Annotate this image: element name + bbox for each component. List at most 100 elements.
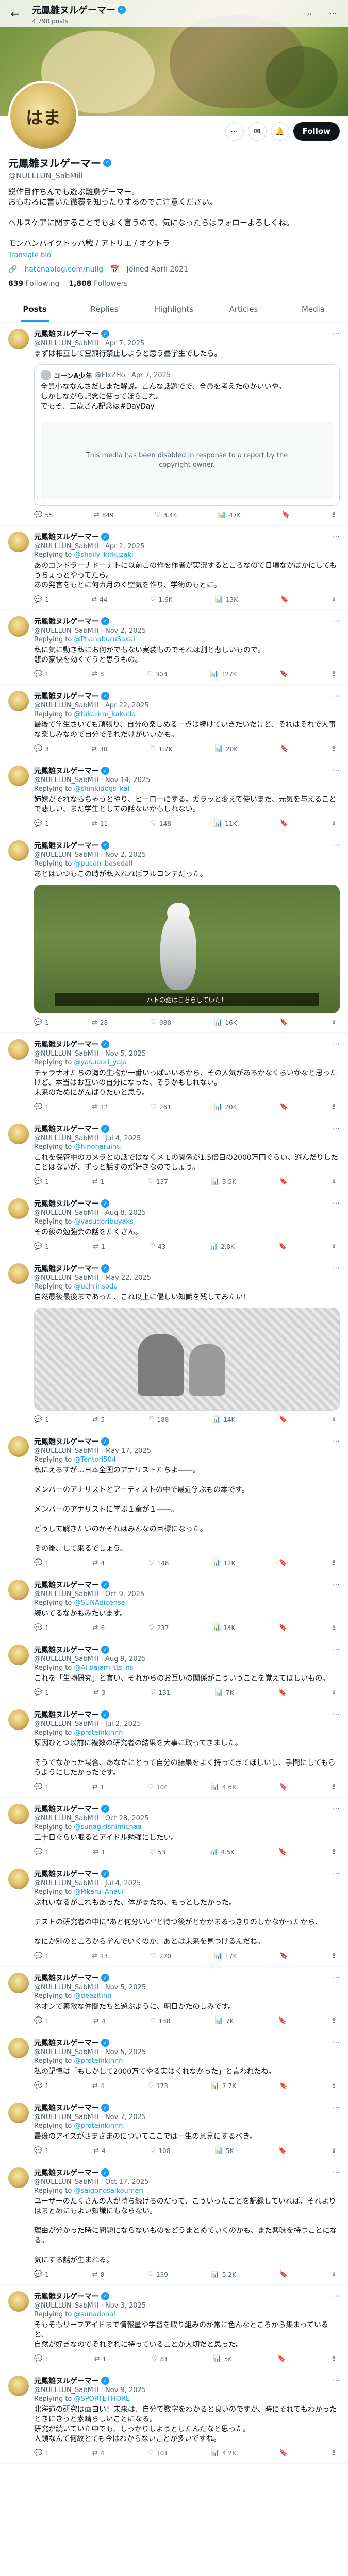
tweet-author-name[interactable]: 元鳳雛ヌルゲーマー [34,1804,99,1814]
like-button[interactable]: ♡ 81 [152,2355,168,2363]
views-button[interactable]: 📊 2.8K [210,1243,235,1250]
reply-to-handle[interactable]: @pucan_basedall [74,860,132,868]
tweet-date[interactable]: · Nov 5, 2025 [101,1050,146,1058]
like-button[interactable]: ♡ 188 [148,1416,169,1423]
more-icon[interactable]: ⋯ [333,2104,340,2112]
avatar[interactable] [8,2038,29,2058]
reply-button[interactable]: 💬 1 [34,1689,49,1697]
tweet-date[interactable]: · Nov 5, 2025 [101,1984,146,1991]
tweet[interactable]: 元鳳雛ヌルゲーマー ✓ ⋯ @NULLLUN_SabMill · Nov 3, 202… [0,2285,348,2369]
like-button[interactable]: ♡ 988 [151,1019,171,1026]
like-button[interactable]: ♡ 261 [151,1103,171,1111]
reply-button[interactable]: 💬 1 [34,596,49,603]
tweet-handle[interactable]: @NULLLUN_SabMill [34,1879,99,1887]
tweet-handle[interactable]: @NULLLUN_SabMill [34,702,99,709]
bookmark-button[interactable]: 🔖 [278,2017,287,2025]
avatar[interactable] [8,2376,29,2396]
like-button[interactable]: ♡ 43 [149,1243,165,1250]
tweet[interactable]: 元鳳雛ヌルゲーマー ✓ ⋯ @NULLLUN_SabMill · Nov 2, 202… [0,834,348,1033]
views-button[interactable]: 📊 4.6K [211,1783,236,1791]
more-icon[interactable]: ⋯ [333,1870,340,1878]
tweet-date[interactable]: · Nov 3, 2025 [101,2302,146,2310]
reply-button[interactable]: 💬 1 [34,1559,49,1567]
avatar[interactable] [8,1804,29,1824]
share-button[interactable]: ⇪ [331,1178,337,1185]
repost-button[interactable]: ⇄ 30 [91,745,107,753]
views-button[interactable]: 📊 5K [215,2147,234,2155]
share-button[interactable]: ⇪ [331,2355,337,2363]
tweet-handle[interactable]: @NULLLUN_SabMill [34,340,99,347]
repost-button[interactable]: ⇄ 4 [93,1559,105,1567]
tweet-date[interactable]: · Apr 22, 2025 [101,702,149,709]
avatar[interactable] [8,2291,29,2312]
tweet-handle[interactable]: @NULLLUN_SabMill [34,2302,99,2310]
tweet-author-name[interactable]: 元鳳雛ヌルゲーマー [34,532,99,542]
more-icon[interactable]: ⋯ [324,5,342,23]
tweet-date[interactable]: · Aug 8, 2025 [101,1209,146,1217]
views-button[interactable]: 📊 3.5K [211,1178,236,1185]
tweet-author-name[interactable]: 元鳳雛ヌルゲーマー [34,1039,99,1049]
tweet-handle[interactable]: @NULLLUN_SabMill [34,1050,99,1058]
reply-button[interactable]: 💬 1 [34,2270,49,2278]
share-button[interactable]: ⇪ [331,1689,337,1697]
share-button[interactable]: ⇪ [331,1243,337,1250]
bookmark-button[interactable]: 🔖 [279,1416,287,1423]
repost-button[interactable]: ⇄ 849 [94,511,114,519]
more-icon[interactable]: ⋯ [333,1646,340,1654]
share-button[interactable]: ⇪ [331,1624,337,1632]
reply-to-handle[interactable]: @SUNAdicense [74,1599,125,1607]
reply-button[interactable]: 💬 1 [34,1783,49,1791]
tweet-author-name[interactable]: 元鳳雛ヌルゲーマー [34,2167,99,2178]
reply-to-handle[interactable]: @saigonosaikoumen [74,2187,143,2195]
tweet-handle[interactable]: @NULLLUN_SabMill [34,2386,99,2394]
avatar[interactable] [8,1198,29,1219]
tweet-date[interactable]: · Jul 2, 2025 [101,1720,141,1728]
repost-button[interactable]: ⇄ 5 [93,1416,105,1423]
tweet-date[interactable]: · Nov 7, 2025 [101,2113,146,2121]
tweet[interactable]: 元鳳雛ヌルゲーマー ✓ ⋯ @NULLLUN_SabMill · Apr 2, 202… [0,526,348,610]
like-button[interactable]: ♡ 138 [150,2017,171,2025]
reply-to-handle[interactable]: @SPORTETHORE [74,2395,130,2403]
share-button[interactable]: ⇪ [331,2270,337,2278]
tweet-date[interactable]: · May 17, 2025 [101,1447,151,1455]
bookmark-button[interactable]: 🔖 [280,1952,288,1960]
more-options-icon[interactable]: ⋯ [225,122,244,141]
tweet-handle[interactable]: @NULLLUN_SabMill [34,1134,99,1142]
share-button[interactable]: ⇪ [331,1559,337,1567]
repost-button[interactable]: ⇄ 1 [93,1243,105,1250]
tweet[interactable]: 元鳳雛ヌルゲーマー ✓ ⋯ @NULLLUN_SabMill · Oct 9, 202… [0,1573,348,1638]
views-button[interactable]: 📊 7.7K [211,2082,236,2090]
tweet-handle[interactable]: @NULLLUN_SabMill [34,1274,99,1282]
like-button[interactable]: ♡ 237 [148,1624,169,1632]
tweet-date[interactable]: · Nov 5, 2025 [101,2048,146,2056]
share-button[interactable]: ⇪ [331,2017,337,2025]
views-button[interactable]: 📊 7K [215,2017,234,2025]
views-button[interactable]: 📊 16K [214,1019,237,1026]
avatar[interactable] [8,616,29,637]
followers-link[interactable]: 1,808 Followers [69,280,127,288]
share-button[interactable]: ⇪ [331,2147,337,2155]
tweet-author-name[interactable]: 元鳳雛ヌルゲーマー [34,1198,99,1209]
repost-button[interactable]: ⇄ 6 [93,1624,105,1632]
reply-button[interactable]: 💬 1 [34,1243,49,1250]
tweet[interactable]: 元鳳雛ヌルゲーマー ✓ ⋯ @NULLLUN_SabMill · Nov 5, 202… [0,1967,348,2031]
more-icon[interactable]: ⋯ [333,1199,340,1208]
tweet-handle[interactable]: @NULLLUN_SabMill [34,543,99,550]
share-button[interactable]: ⇪ [331,670,337,678]
tweet-author-name[interactable]: 元鳳雛ヌルゲーマー [34,2038,99,2048]
follow-button[interactable]: Follow [293,122,340,141]
tweet[interactable]: 元鳳雛ヌルゲーマー ✓ ⋯ @NULLLUN_SabMill · Oct 17, 20… [0,2161,348,2285]
tweet[interactable]: 元鳳雛ヌルゲーマー ✓ ⋯ @NULLLUN_SabMill · Nov 14, 20… [0,759,348,834]
like-button[interactable]: ♡ 148 [148,1559,169,1567]
avatar[interactable] [8,691,29,711]
reply-button[interactable]: 💬 1 [34,2449,49,2457]
tweet-date[interactable]: · Jul 4, 2025 [101,1134,141,1142]
repost-button[interactable]: ⇄ 4 [93,2017,106,2025]
reply-to-handle[interactable]: @proteinkinnn [74,2122,123,2130]
more-icon[interactable]: ⋯ [333,1040,340,1048]
tab-articles[interactable]: Articles [209,296,278,322]
bookmark-button[interactable]: 🔖 [279,1783,288,1791]
avatar[interactable] [8,1436,29,1457]
tweet[interactable]: 元鳳雛ヌルゲーマー ✓ ⋯ @NULLLUN_SabMill · Apr 7, 202… [0,323,348,526]
repost-button[interactable]: ⇄ 1 [92,1178,105,1185]
